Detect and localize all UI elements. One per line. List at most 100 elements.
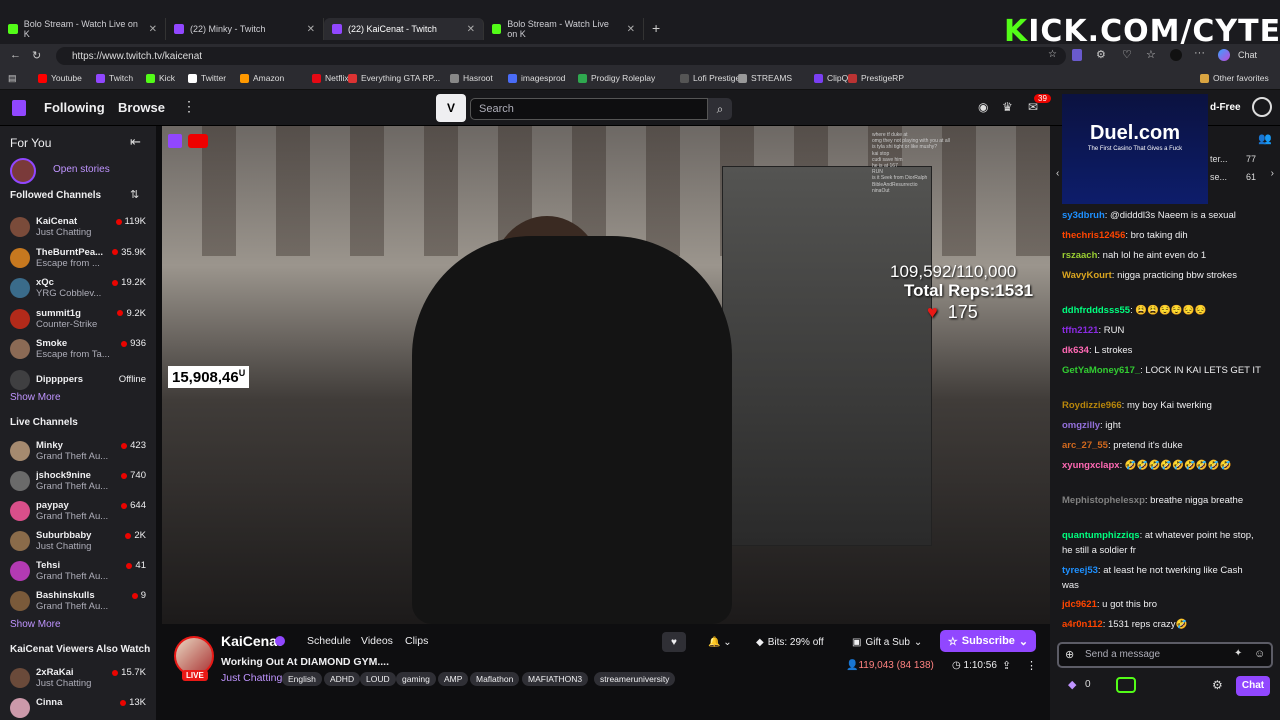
bookmark-item[interactable]: ClipQ	[814, 73, 848, 83]
new-tab-icon[interactable]: +	[652, 20, 660, 36]
stream-category[interactable]: Just Chatting	[221, 672, 282, 684]
channel-item[interactable]: Smoke Escape from Ta... 936	[0, 336, 156, 364]
stream-tag[interactable]: LOUD	[360, 672, 396, 686]
chat-username[interactable]: dk634	[1062, 345, 1089, 356]
tab-clips[interactable]: Clips	[405, 635, 428, 647]
bookmark-item[interactable]: Youtube	[38, 73, 82, 83]
channel-item[interactable]: Cinna 13K	[0, 695, 156, 720]
browse-link[interactable]: Browse	[118, 100, 165, 115]
browser-tab-active[interactable]: (22) KaiCenat - Twitch ✕	[324, 18, 484, 40]
channel-item[interactable]: xQc YRG Cobblev... 19.2K	[0, 275, 156, 303]
following-link[interactable]: Following	[44, 100, 105, 115]
bookmark-item[interactable]: PrestigeRP	[848, 73, 904, 83]
bookmark-item[interactable]: Prodigy Roleplay	[578, 73, 655, 83]
chat-username[interactable]: quantumphizziqs	[1062, 530, 1140, 541]
more-icon[interactable]: ···	[1194, 47, 1205, 59]
channel-name[interactable]: KaiCenat	[221, 633, 282, 649]
7tv-emote-icon[interactable]: ✦	[1234, 648, 1242, 659]
chat-username[interactable]: omgzilly	[1062, 420, 1100, 431]
bookmark-item[interactable]: Hasroot	[450, 73, 493, 83]
chat-username[interactable]: tyreej53	[1062, 565, 1098, 576]
stream-tag[interactable]: MAFIATHON3	[522, 672, 589, 686]
emote-bits-icon[interactable]: ⊕	[1065, 648, 1074, 661]
channel-item[interactable]: summit1g Counter-Strike 9.2K	[0, 306, 156, 334]
extension-icon[interactable]: ◉	[978, 100, 988, 114]
collapse-sidebar-icon[interactable]: ⇤	[130, 134, 141, 150]
chat-username[interactable]: WavyKourt	[1062, 270, 1112, 281]
copilot-chat-label[interactable]: Chat	[1238, 50, 1257, 60]
channel-item[interactable]: 2xRaKai Just Chatting 15.7K	[0, 665, 156, 693]
bookmark-item[interactable]: Netflix	[312, 73, 349, 83]
chat-username[interactable]: ddhfrdddsss55	[1062, 305, 1130, 316]
channel-item[interactable]: Bashinskulls Grand Theft Au... 9	[0, 588, 156, 616]
tab-schedule[interactable]: Schedule	[307, 635, 351, 647]
emote-icon[interactable]: ☺	[1254, 648, 1265, 660]
duel-ad-overlay[interactable]: Duel.com The First Casino That Gives a F…	[1062, 94, 1208, 204]
channel-item[interactable]: TheBurntPea... Escape from ... 35.9K	[0, 245, 156, 273]
chat-username[interactable]: Roydizzie966	[1062, 400, 1122, 411]
7tv-icon[interactable]: V	[436, 94, 466, 122]
chat-username[interactable]: tffn2121	[1062, 325, 1098, 336]
browser-tab[interactable]: (22) Minky - Twitch ✕	[166, 18, 324, 40]
show-more-live[interactable]: Show More	[10, 619, 61, 630]
close-icon[interactable]: ✕	[149, 24, 157, 35]
sort-icon[interactable]: ⇅	[130, 188, 139, 201]
stream-tag[interactable]: gaming	[396, 672, 436, 686]
twitch-logo-icon[interactable]	[12, 100, 26, 116]
favorites-icon[interactable]: ♡	[1122, 48, 1132, 61]
channel-item[interactable]: KaiCenat Just Chatting 119K	[0, 214, 156, 242]
bookmark-item[interactable]: Lofi Prestige	[680, 73, 740, 83]
bookmark-item[interactable]: Kick	[146, 73, 175, 83]
search-input[interactable]: Search	[470, 98, 708, 120]
chat-username[interactable]: thechris12456	[1062, 230, 1125, 241]
bookmark-item[interactable]: Twitch	[96, 73, 133, 83]
close-icon[interactable]: ✕	[307, 24, 315, 35]
chat-username[interactable]: GetYaMoney617_	[1062, 365, 1140, 376]
channel-item[interactable]: paypay Grand Theft Au... 644	[0, 498, 156, 526]
more-icon[interactable]: ⋮	[1026, 659, 1037, 672]
stream-tag[interactable]: Maflathon	[470, 672, 520, 686]
show-more-followed[interactable]: Show More	[10, 392, 61, 403]
bookmarks-menu-icon[interactable]: ▤	[8, 73, 17, 84]
bookmark-item[interactable]: STREAMS	[738, 73, 792, 83]
url-input[interactable]: https://www.twitch.tv/kaicenat	[56, 47, 1066, 65]
stream-tag[interactable]: English	[282, 672, 322, 686]
notifications-bell-icon[interactable]: 🔔 ⌄	[708, 632, 732, 652]
stories-avatar[interactable]	[10, 158, 36, 184]
browser-tab[interactable]: Bolo Stream - Watch Live on K ✕	[484, 18, 644, 40]
bookmark-item[interactable]: imagesprod	[508, 73, 565, 83]
chevron-left-icon[interactable]: ‹	[1056, 168, 1059, 179]
tab-videos[interactable]: Videos	[361, 635, 393, 647]
user-avatar[interactable]	[1252, 97, 1272, 117]
extension-icon[interactable]	[1072, 49, 1082, 61]
chat-username[interactable]: jdc9621	[1062, 599, 1097, 610]
channel-points-icon[interactable]	[1116, 677, 1136, 693]
users-icon[interactable]: 👥	[1258, 132, 1272, 145]
share-icon[interactable]: ⇪	[1002, 659, 1011, 672]
search-icon[interactable]: ⌕	[708, 98, 732, 120]
channel-item[interactable]: Tehsi Grand Theft Au... 41	[0, 558, 156, 586]
browser-tab[interactable]: Bolo Stream - Watch Live on K ✕	[0, 18, 166, 40]
settings-gear-icon[interactable]: ⚙	[1212, 678, 1223, 692]
bookmark-item[interactable]: Amazon	[240, 73, 284, 83]
collections-icon[interactable]: ☆	[1146, 48, 1156, 61]
close-icon[interactable]: ✕	[627, 24, 635, 35]
other-favorites[interactable]: Other favorites	[1200, 73, 1269, 83]
chat-username[interactable]: Mephistophelesxp	[1062, 495, 1145, 506]
puzzle-icon[interactable]: ⚙	[1096, 48, 1106, 61]
crown-icon[interactable]: ♛	[1002, 100, 1013, 114]
chat-username[interactable]: sy3dbruh	[1062, 210, 1105, 221]
close-icon[interactable]: ✕	[467, 24, 475, 35]
channel-item[interactable]: Dippppers Offline	[0, 367, 156, 395]
back-icon[interactable]: ←	[10, 49, 21, 61]
chat-username[interactable]: rszaach	[1062, 250, 1097, 261]
bits-button[interactable]: ◆ Bits: 29% off	[756, 632, 824, 652]
refresh-icon[interactable]: ↻	[32, 49, 41, 62]
channel-item[interactable]: jshock9nine Grand Theft Au... 740	[0, 468, 156, 496]
bits-icon[interactable]: ◆	[1068, 678, 1076, 691]
stream-tag[interactable]: streameruniversity	[594, 672, 676, 686]
stream-tag[interactable]: ADHD	[324, 672, 361, 686]
ad-free-button[interactable]: d-Free	[1210, 102, 1241, 113]
chat-username[interactable]: xyungxclapx	[1062, 460, 1120, 471]
stream-tag[interactable]: AMP	[438, 672, 469, 686]
